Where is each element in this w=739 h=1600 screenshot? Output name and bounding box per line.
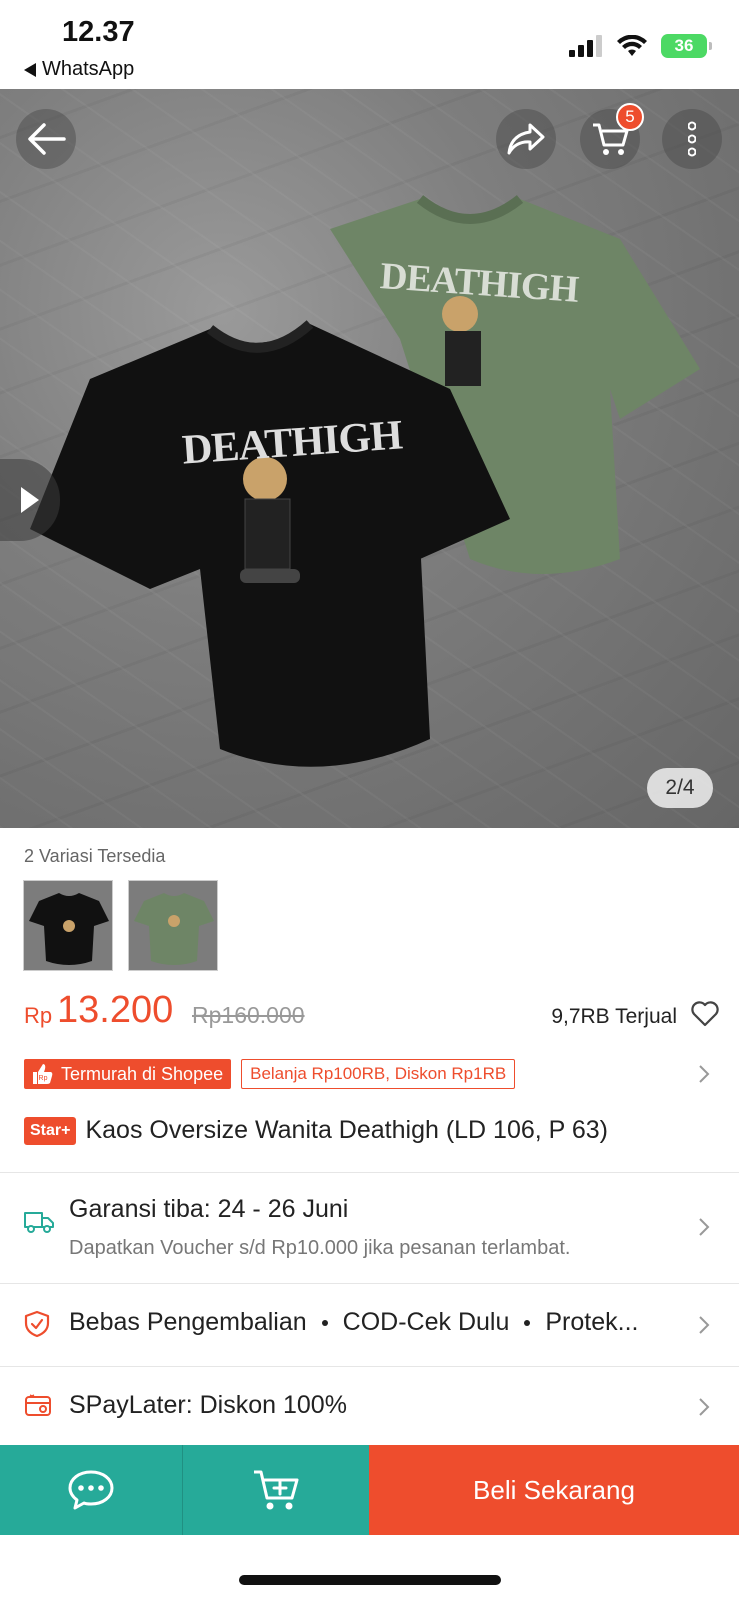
share-button[interactable] [496,109,556,169]
back-triangle-icon [24,62,36,77]
cart-count-badge: 5 [616,103,644,131]
shield-icon [24,1310,50,1338]
cheapest-badge: Rp Termurah di Shopee [24,1059,232,1089]
guarantee-item: Bebas Pengembalian [69,1308,307,1336]
product-image-carousel[interactable]: DEATHIGH DEATHIGH 5 2/4 [0,89,739,828]
image-page-indicator: 2/4 [647,768,713,808]
play-icon [21,487,39,513]
current-price: 13.200 [57,989,174,1031]
share-icon [507,123,545,155]
wifi-icon [617,35,647,56]
signal-icon [569,35,602,57]
guarantees-row[interactable]: Bebas Pengembalian COD-Cek Dulu Protek... [0,1284,739,1366]
price-currency: Rp [24,1003,53,1028]
discount-badge: Belanja Rp100RB, Diskon Rp1RB [241,1059,516,1089]
guarantee-item: Protek... [545,1308,639,1336]
guarantees-list: Bebas Pengembalian COD-Cek Dulu Protek... [69,1308,638,1337]
buy-now-button[interactable]: Beli Sekarang [369,1445,739,1535]
back-app-label: WhatsApp [42,58,135,80]
shipping-subtitle: Dapatkan Voucher s/d Rp10.000 jika pesan… [69,1237,571,1259]
back-arrow-icon [28,123,66,155]
thumbs-up-icon: Rp [33,1064,53,1084]
shipping-guarantee-row[interactable]: Garansi tiba: 24 - 26 Juni Dapatkan Vouc… [0,1173,739,1283]
variant-green-image [129,881,217,970]
chevron-right-icon [699,1218,710,1236]
heart-icon[interactable] [691,1001,719,1027]
chat-icon [68,1470,114,1510]
more-options-button[interactable] [662,109,722,169]
truck-icon [24,1212,54,1233]
battery-indicator: 36 [661,34,712,58]
cart-button[interactable]: 5 [580,103,644,169]
chevron-right-icon [699,1316,710,1334]
add-to-cart-button[interactable] [183,1445,369,1535]
promo-badges[interactable]: Rp Termurah di Shopee Belanja Rp100RB, D… [24,1059,516,1089]
home-indicator[interactable] [239,1575,501,1585]
chevron-right-icon[interactable] [698,1064,710,1084]
battery-level: 36 [674,36,694,55]
variant-black-image [24,881,112,970]
status-time: 12.37 [62,16,135,48]
variants-label: 2 Variasi Tersedia [24,846,166,866]
shipping-title: Garansi tiba: 24 - 26 Juni [69,1195,349,1223]
sold-count: 9,7RB Terjual [551,1005,677,1028]
variant-thumb-black[interactable] [23,880,113,971]
bottom-action-bar: Beli Sekarang [0,1445,739,1535]
more-icon [688,121,696,157]
original-price: Rp160.000 [192,1002,305,1028]
status-icons: 36 [569,34,712,58]
guarantee-item: COD-Cek Dulu [342,1308,510,1336]
cheapest-label: Termurah di Shopee [61,1063,224,1084]
product-title-row: Star+ Kaos Oversize Wanita Deathigh (LD … [24,1116,608,1145]
paylater-icon [25,1394,51,1416]
variant-thumb-green[interactable] [128,880,218,971]
chat-button[interactable] [0,1445,183,1535]
back-to-app-link[interactable]: WhatsApp [24,58,134,81]
svg-text:Rp: Rp [39,1075,48,1082]
star-plus-badge: Star+ [24,1116,77,1145]
add-to-cart-icon [254,1470,299,1510]
price-row: Rp 13.200 Rp160.000 9,7RB Terjual [24,985,719,1035]
status-bar: 12.37 WhatsApp 36 [0,0,739,89]
chevron-right-icon [699,1398,710,1416]
paylater-text: SPayLater: Diskon 100% [69,1391,347,1419]
back-button[interactable] [16,109,76,169]
product-title: Kaos Oversize Wanita Deathigh (LD 106, P… [85,1116,608,1144]
paylater-row[interactable]: SPayLater: Diskon 100% [0,1367,739,1445]
